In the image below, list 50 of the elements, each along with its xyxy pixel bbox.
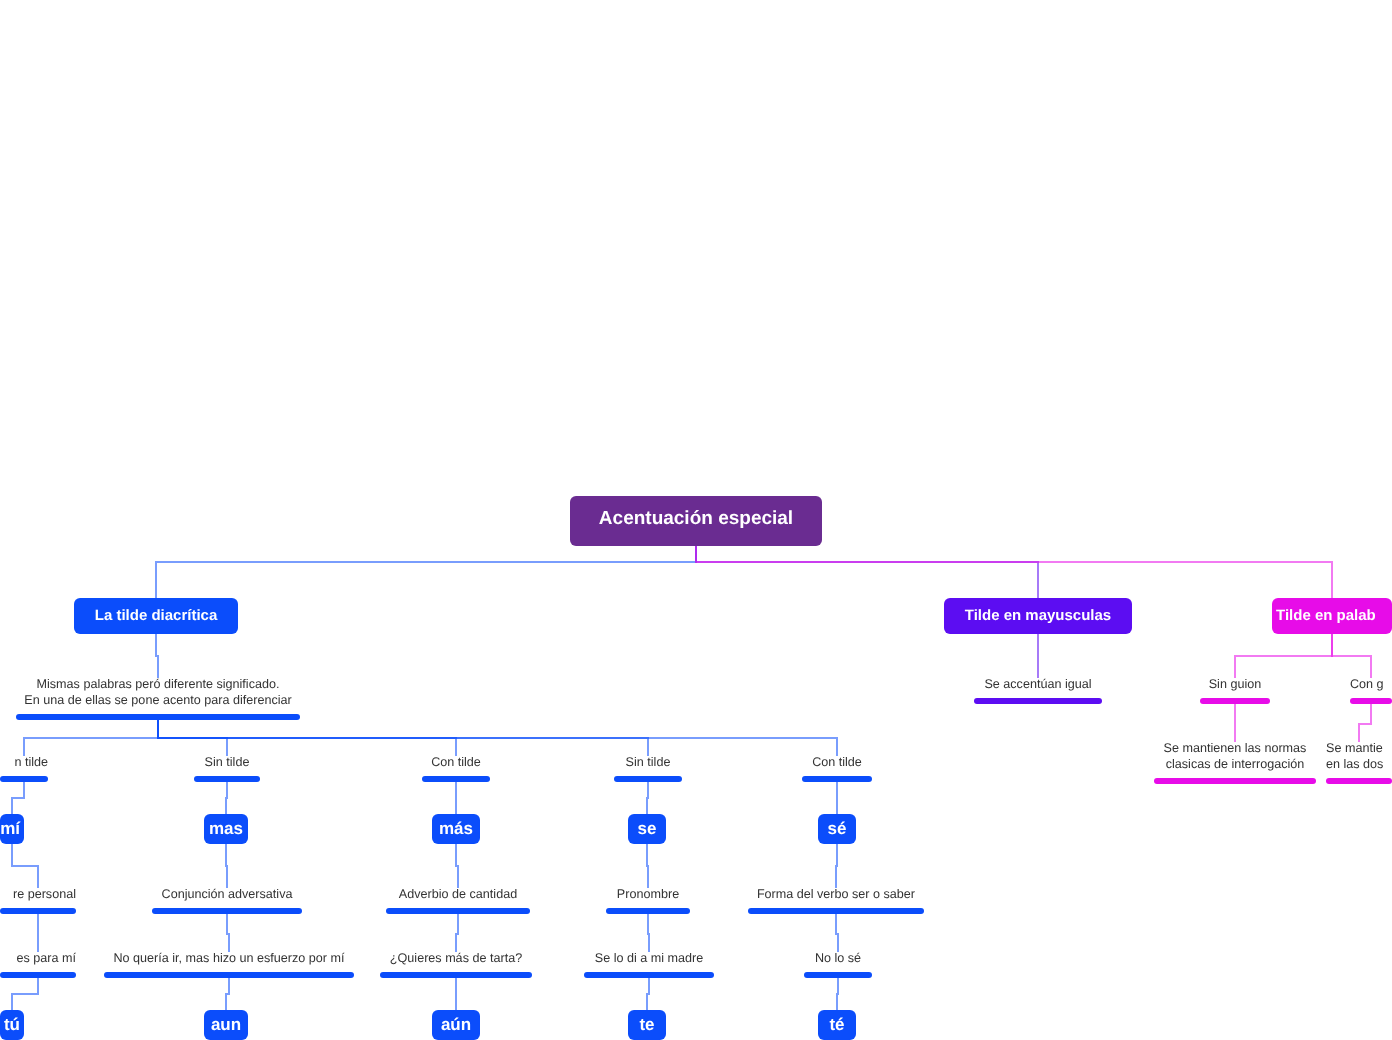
underline-bar bbox=[1200, 698, 1270, 704]
underline-bar bbox=[1326, 778, 1392, 784]
connector-line bbox=[836, 781, 838, 815]
topic-node[interactable]: mí bbox=[0, 814, 24, 844]
topic-node[interactable]: té bbox=[818, 1010, 856, 1040]
connector-line bbox=[455, 781, 457, 815]
underline-bar bbox=[0, 972, 76, 978]
connector-line bbox=[455, 913, 459, 953]
connector-line bbox=[11, 843, 39, 889]
connector-line bbox=[226, 913, 230, 953]
connector-line bbox=[225, 977, 230, 1011]
underline-bar bbox=[802, 776, 872, 782]
underline-bar bbox=[614, 776, 682, 782]
connector-line bbox=[835, 843, 838, 889]
connector-line bbox=[155, 633, 159, 679]
underline-bar bbox=[422, 776, 490, 782]
connector-line bbox=[11, 781, 25, 815]
topic-node[interactable]: tú bbox=[0, 1010, 24, 1040]
connector-line bbox=[1358, 703, 1372, 743]
connector-line bbox=[455, 843, 459, 889]
connector-line bbox=[455, 977, 457, 1011]
underline-bar bbox=[1350, 698, 1392, 704]
connector-line bbox=[225, 843, 228, 889]
topic-node[interactable]: te bbox=[628, 1010, 666, 1040]
topic-node[interactable]: aun bbox=[204, 1010, 248, 1040]
connector-line bbox=[836, 977, 839, 1011]
topic-node[interactable]: más bbox=[432, 814, 480, 844]
underline-bar bbox=[194, 776, 260, 782]
connector-line bbox=[647, 913, 650, 953]
underline-bar bbox=[0, 776, 48, 782]
underline-bar bbox=[386, 908, 530, 914]
topic-node[interactable]: sé bbox=[818, 814, 856, 844]
connector-line bbox=[225, 781, 228, 815]
connector-line bbox=[646, 781, 649, 815]
connector-line bbox=[835, 913, 839, 953]
underline-bar bbox=[584, 972, 714, 978]
underline-bar bbox=[606, 908, 690, 914]
connector-line bbox=[646, 843, 649, 889]
connector-line bbox=[11, 977, 39, 1011]
connector-line bbox=[37, 913, 39, 953]
topic-node[interactable]: Acentuación especial bbox=[570, 496, 822, 546]
underline-bar bbox=[804, 972, 872, 978]
underline-bar bbox=[0, 908, 76, 914]
underline-bar bbox=[974, 698, 1102, 704]
topic-node[interactable]: se bbox=[628, 814, 666, 844]
connector-line bbox=[646, 977, 650, 1011]
topic-node[interactable]: aún bbox=[432, 1010, 480, 1040]
topic-node[interactable]: mas bbox=[204, 814, 248, 844]
connector-line bbox=[1234, 703, 1236, 743]
connector-line bbox=[1037, 633, 1039, 679]
